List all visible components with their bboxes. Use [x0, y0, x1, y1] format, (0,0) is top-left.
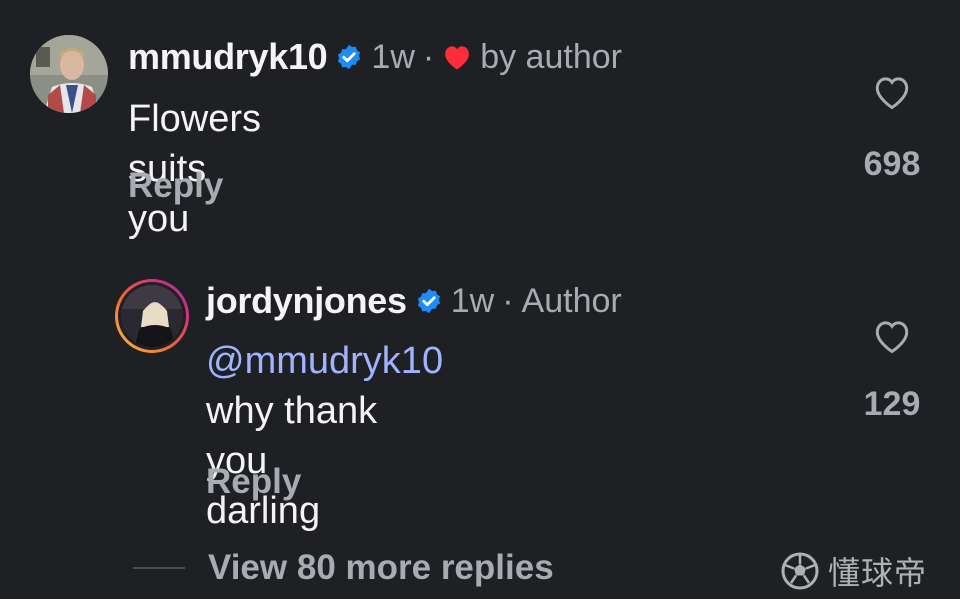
watermark: 懂球帝 [780, 548, 927, 594]
author-label: Author [521, 281, 622, 320]
comment-time: 1w [371, 37, 415, 76]
like-control: 698 [852, 74, 932, 184]
like-count: 129 [863, 385, 921, 423]
separator-dot: · [422, 37, 435, 76]
verified-badge-icon [415, 287, 443, 315]
mention-link[interactable]: @mmudryk10 [206, 340, 443, 382]
reply-button[interactable]: Reply [206, 462, 301, 502]
comment-time: 1w [450, 281, 495, 320]
separator-dot: · [502, 281, 514, 320]
like-control: 129 [852, 318, 932, 424]
comment-header: mmudryk10 1w · by author [128, 36, 622, 78]
watermark-text: 懂球帝 [828, 555, 928, 591]
heart-icon[interactable] [872, 74, 912, 115]
soccer-ball-icon [781, 552, 819, 590]
avatar-mmudryk10[interactable] [30, 35, 108, 113]
liked-by-author-heart-icon [442, 43, 472, 71]
verified-badge-icon [335, 43, 363, 71]
username[interactable]: mmudryk10 [128, 36, 328, 78]
reply-button[interactable]: Reply [128, 166, 223, 206]
replies-divider-line [133, 567, 185, 569]
view-more-replies-button[interactable]: View 80 more replies [208, 548, 554, 588]
avatar-jordynjones-story-ring[interactable] [113, 277, 191, 355]
liked-by-author-label: by author [480, 37, 622, 76]
reply-header: jordynjones 1w · Author [206, 280, 622, 322]
like-count: 698 [863, 145, 921, 183]
username[interactable]: jordynjones [206, 280, 407, 322]
heart-icon[interactable] [872, 318, 912, 359]
reply-text: @mmudryk10 why thank you darling [206, 336, 443, 536]
